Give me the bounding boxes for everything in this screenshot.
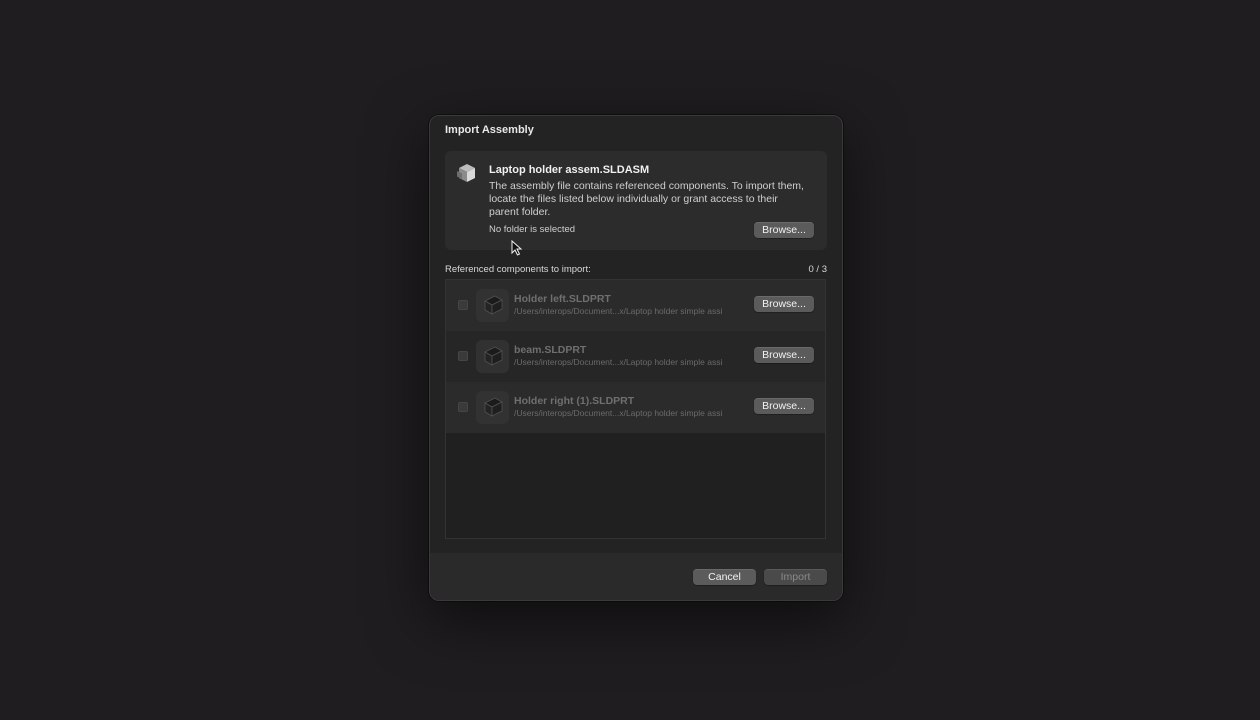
component-checkbox[interactable] bbox=[458, 300, 468, 310]
part-icon bbox=[476, 391, 509, 424]
assembly-description: The assembly file contains referenced co… bbox=[489, 180, 804, 218]
component-path: /Users/interops/Document...x/Laptop hold… bbox=[514, 408, 723, 418]
browse-component-button[interactable]: Browse... bbox=[754, 347, 814, 363]
mouse-cursor-icon bbox=[511, 240, 523, 256]
component-name: beam.SLDPRT bbox=[514, 344, 587, 356]
browse-component-button[interactable]: Browse... bbox=[754, 398, 814, 414]
assembly-file-name: Laptop holder assem.SLDASM bbox=[489, 164, 650, 176]
folder-status: No folder is selected bbox=[489, 224, 576, 235]
browse-component-button[interactable]: Browse... bbox=[754, 296, 814, 312]
assembly-cube-icon bbox=[457, 164, 475, 182]
import-button[interactable]: Import bbox=[764, 569, 827, 585]
component-path: /Users/interops/Document...x/Laptop hold… bbox=[514, 357, 723, 367]
references-label: Referenced components to import: bbox=[445, 264, 591, 275]
component-path: /Users/interops/Document...x/Laptop hold… bbox=[514, 306, 723, 316]
cancel-button[interactable]: Cancel bbox=[693, 569, 756, 585]
assembly-info-panel: Laptop holder assem.SLDASM The assembly … bbox=[445, 151, 827, 250]
component-name: Holder right (1).SLDPRT bbox=[514, 395, 635, 407]
part-icon bbox=[476, 340, 509, 373]
component-row: Holder right (1).SLDPRT /Users/interops/… bbox=[446, 382, 825, 433]
part-icon bbox=[476, 289, 509, 322]
references-count: 0 / 3 bbox=[808, 264, 828, 275]
dialog-footer: Cancel Import bbox=[430, 553, 842, 600]
component-row: Holder left.SLDPRT /Users/interops/Docum… bbox=[446, 280, 825, 331]
import-assembly-dialog: Import Assembly Laptop holder assem.SLDA… bbox=[429, 115, 843, 601]
component-checkbox[interactable] bbox=[458, 402, 468, 412]
component-row: beam.SLDPRT /Users/interops/Document...x… bbox=[446, 331, 825, 382]
browse-folder-button[interactable]: Browse... bbox=[754, 222, 814, 238]
dialog-title: Import Assembly bbox=[445, 124, 534, 136]
referenced-components-list: Holder left.SLDPRT /Users/interops/Docum… bbox=[445, 279, 826, 539]
component-name: Holder left.SLDPRT bbox=[514, 293, 611, 305]
component-checkbox[interactable] bbox=[458, 351, 468, 361]
